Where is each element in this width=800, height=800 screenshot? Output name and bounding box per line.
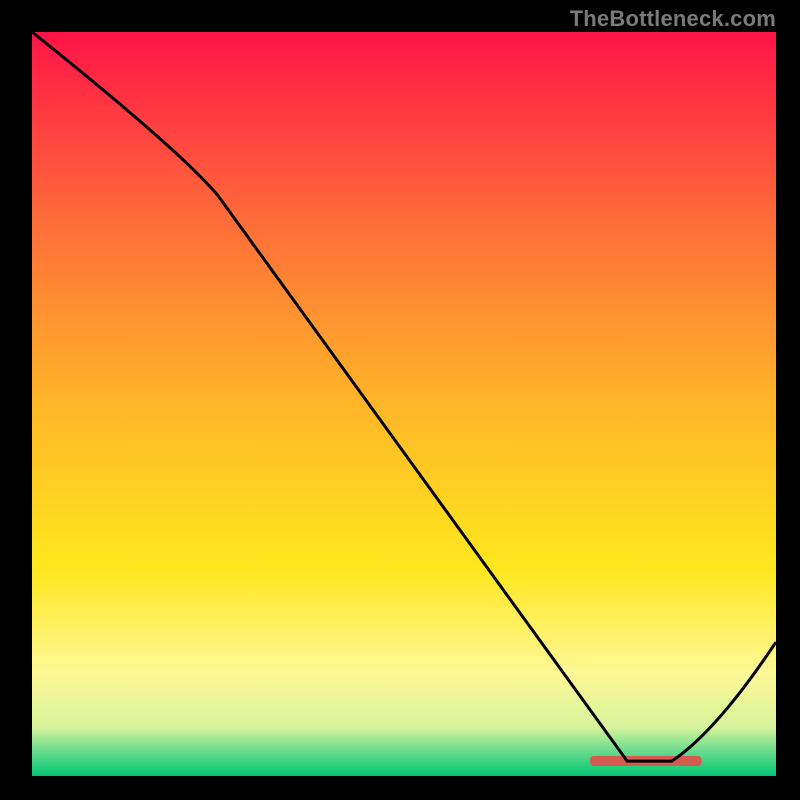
attribution-label: TheBottleneck.com [570,6,776,32]
plot-area [32,32,776,776]
gradient-background [32,32,776,776]
chart-stage: TheBottleneck.com [0,0,800,800]
chart-svg [32,32,776,776]
